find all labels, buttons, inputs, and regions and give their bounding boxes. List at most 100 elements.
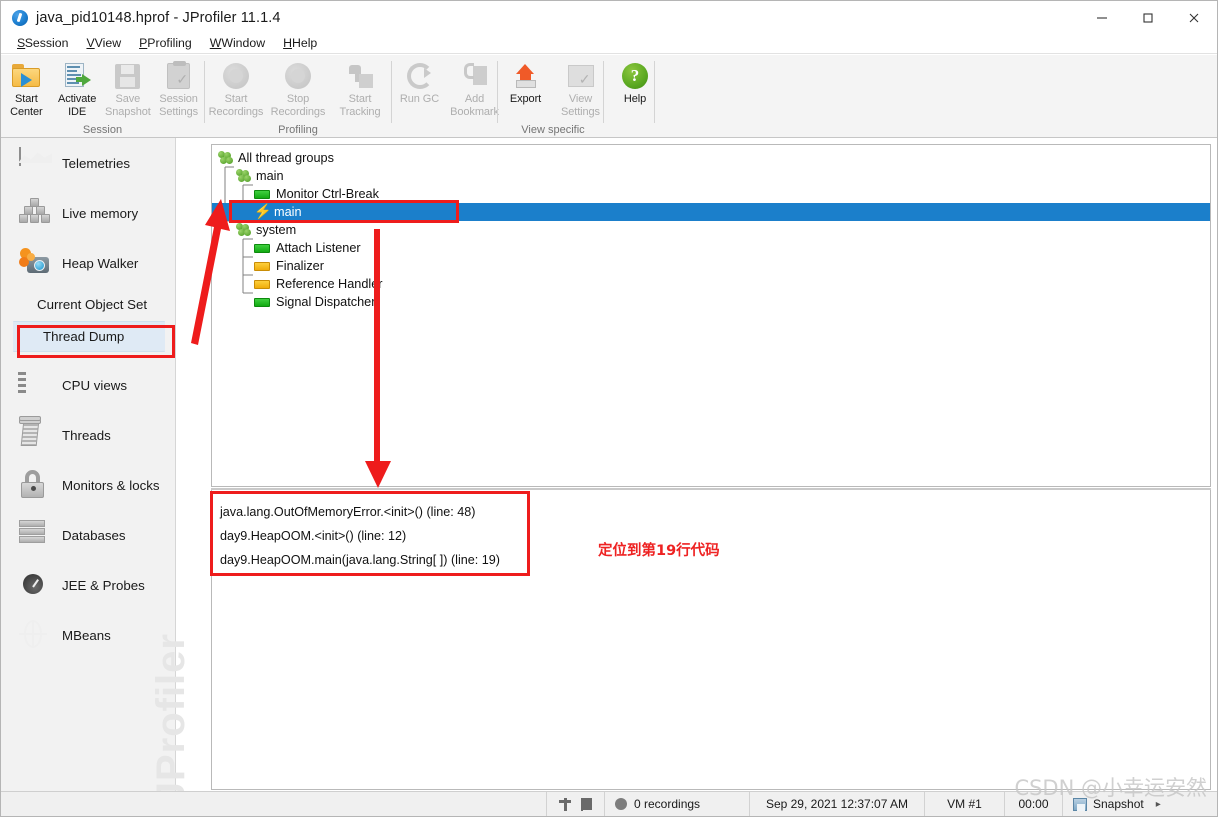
thread-bolt-icon <box>254 203 271 220</box>
toolbar-button-start-center[interactable]: Start Center <box>1 59 52 118</box>
toolbar-button-help[interactable]: ? Help <box>604 59 666 106</box>
tree-node-monitor-ctrl-break[interactable]: Monitor Ctrl-Break <box>212 185 1210 203</box>
thread-state-orange-icon <box>254 261 270 271</box>
toolbar-group-label-session: Session <box>82 124 123 136</box>
toolbar-label-start-recordings: Start Recordings <box>208 93 264 118</box>
toolbar-group-label-view-specific: View specific <box>521 124 585 136</box>
menu-item-window[interactable]: WWindow <box>201 34 274 53</box>
toolbar-group-session: Start Center Activate IDE Save Snapshot … <box>1 55 204 138</box>
sidebar-item-jee-probes[interactable]: JEE & Probes <box>1 560 175 610</box>
sidebar-item-telemetries[interactable]: Telemetries <box>1 138 175 188</box>
toolbar-label-export: Export <box>509 93 542 105</box>
menu-item-profiling[interactable]: PProfiling <box>130 34 201 53</box>
status-timestamp: Sep 29, 2021 12:37:07 AM <box>749 791 924 816</box>
folder-play-icon <box>11 61 41 91</box>
menu-item-session[interactable]: SSession <box>8 34 77 53</box>
sidebar-label-mbeans: MBeans <box>62 627 111 643</box>
status-vm: VM #1 <box>924 791 1004 816</box>
sidebar-item-databases[interactable]: Databases <box>1 510 175 560</box>
view-settings-icon <box>566 61 596 91</box>
jprofiler-window: java_pid10148.hprof - JProfiler 11.1.4 S… <box>0 0 1218 817</box>
menu-item-help[interactable]: HHelp <box>274 34 326 53</box>
close-button[interactable] <box>1171 1 1217 34</box>
sidebar-label-cpu-views: CPU views <box>62 377 128 393</box>
tree-label-system-group: system <box>256 223 297 237</box>
clipboard-check-icon <box>164 61 194 91</box>
tree-node-signal-dispatcher[interactable]: Signal Dispatcher <box>212 293 1210 311</box>
tree-node-system-group[interactable]: system <box>212 221 1210 239</box>
sidebar-item-threads[interactable]: Threads <box>1 410 175 460</box>
stack-trace-panel[interactable]: java.lang.OutOfMemoryError.<init>() (lin… <box>211 490 1211 790</box>
sidebar-item-live-memory[interactable]: Live memory <box>1 188 175 238</box>
padlock-icon <box>19 470 49 500</box>
maximize-button[interactable] <box>1125 1 1171 34</box>
toolbar-button-start-tracking: Start Tracking <box>329 59 391 118</box>
sidebar-item-cpu-views[interactable]: CPU views <box>1 360 175 410</box>
toolbar-label-start-center: Start Center <box>10 93 43 118</box>
toolbar-label-session-settings: Session Settings <box>159 93 199 118</box>
window-title: java_pid10148.hprof - JProfiler 11.1.4 <box>36 9 281 26</box>
minimize-button[interactable] <box>1079 1 1125 34</box>
thread-group-icon <box>236 223 251 237</box>
pin-icon[interactable] <box>559 797 571 811</box>
status-recordings[interactable]: 0 recordings <box>604 791 749 816</box>
tree-label-main-thread: main <box>274 205 302 219</box>
toolbar-button-activate-ide[interactable]: Activate IDE <box>52 59 103 118</box>
status-bar-icon-group <box>546 791 604 816</box>
toolbar-button-session-settings: Session Settings <box>153 59 204 118</box>
sidebar-item-monitors-locks[interactable]: Monitors & locks <box>1 460 175 510</box>
window-controls <box>1079 1 1217 34</box>
sidebar-label-databases: Databases <box>62 527 126 543</box>
status-snapshot-label: Snapshot <box>1093 797 1144 811</box>
thread-tree-panel[interactable]: All thread groups main Monitor Ctrl-Brea… <box>211 144 1211 487</box>
tree-node-main-thread[interactable]: main <box>212 203 1210 221</box>
record-stop-icon <box>283 61 313 91</box>
sidebar-item-current-object-set[interactable]: Current Object Set <box>1 288 175 321</box>
jprofiler-logo-icon <box>12 9 28 26</box>
toolbar-label-save-snapshot: Save Snapshot <box>105 93 151 118</box>
tree-label-reference-handler: Reference Handler <box>276 277 383 291</box>
sidebar: Telemetries Live memory Heap Walker Curr… <box>1 138 176 793</box>
toolbar-group-profiling: Start Recordings Stop Recordings Start T… <box>205 55 391 138</box>
status-recordings-label: 0 recordings <box>634 797 701 811</box>
floppy-disk-icon <box>113 61 143 91</box>
tree-node-all-thread-groups[interactable]: All thread groups <box>212 149 1210 167</box>
tree-node-finalizer[interactable]: Finalizer <box>212 257 1210 275</box>
flag-icon[interactable] <box>581 798 592 811</box>
threads-spool-icon <box>19 416 49 450</box>
toolbar: Start Center Activate IDE Save Snapshot … <box>1 55 1217 138</box>
tree-label-all-thread-groups: All thread groups <box>238 151 334 165</box>
status-duration: 00:00 <box>1004 791 1062 816</box>
tree-node-main-group[interactable]: main <box>212 167 1210 185</box>
toolbar-button-export[interactable]: Export <box>498 59 553 106</box>
toolbar-group-label-profiling: Profiling <box>278 124 318 136</box>
toolbar-button-run-gc: Run GC <box>392 59 447 106</box>
tree-label-attach-listener: Attach Listener <box>276 241 361 255</box>
ide-arrow-icon <box>62 61 92 91</box>
toolbar-label-activate-ide: Activate IDE <box>57 93 97 118</box>
tree-label-main-group: main <box>256 169 284 183</box>
menu-item-view[interactable]: VView <box>77 34 130 53</box>
stack-trace-line[interactable]: java.lang.OutOfMemoryError.<init>() (lin… <box>220 500 1210 524</box>
cpu-chip-icon <box>19 370 49 400</box>
record-dot-icon <box>615 798 627 810</box>
sidebar-item-mbeans[interactable]: MBeans <box>1 610 175 660</box>
title-bar: java_pid10148.hprof - JProfiler 11.1.4 <box>1 1 1217 34</box>
tracking-icon <box>345 61 375 91</box>
toolbar-button-start-recordings: Start Recordings <box>205 59 267 118</box>
sidebar-item-thread-dump[interactable]: Thread Dump <box>13 321 165 352</box>
toolbar-group-help: ? Help <box>604 55 666 138</box>
status-snapshot[interactable]: Snapshot chevron-right-icon ▸ <box>1062 791 1217 816</box>
toolbar-label-view-settings: View Settings <box>561 93 600 118</box>
tree-node-reference-handler[interactable]: Reference Handler <box>212 275 1210 293</box>
globe-icon <box>19 620 49 650</box>
thread-state-green-icon <box>254 297 270 307</box>
menu-label-view: View <box>94 36 122 50</box>
thread-state-green-icon <box>254 243 270 253</box>
sidebar-label-heap-walker: Heap Walker <box>62 255 139 271</box>
database-stack-icon <box>19 520 49 550</box>
sidebar-item-heap-walker[interactable]: Heap Walker <box>1 238 175 288</box>
tree-node-attach-listener[interactable]: Attach Listener <box>212 239 1210 257</box>
toolbar-button-add-bookmark: Add Bookmark <box>447 59 502 118</box>
heap-walker-camera-icon <box>19 248 49 278</box>
